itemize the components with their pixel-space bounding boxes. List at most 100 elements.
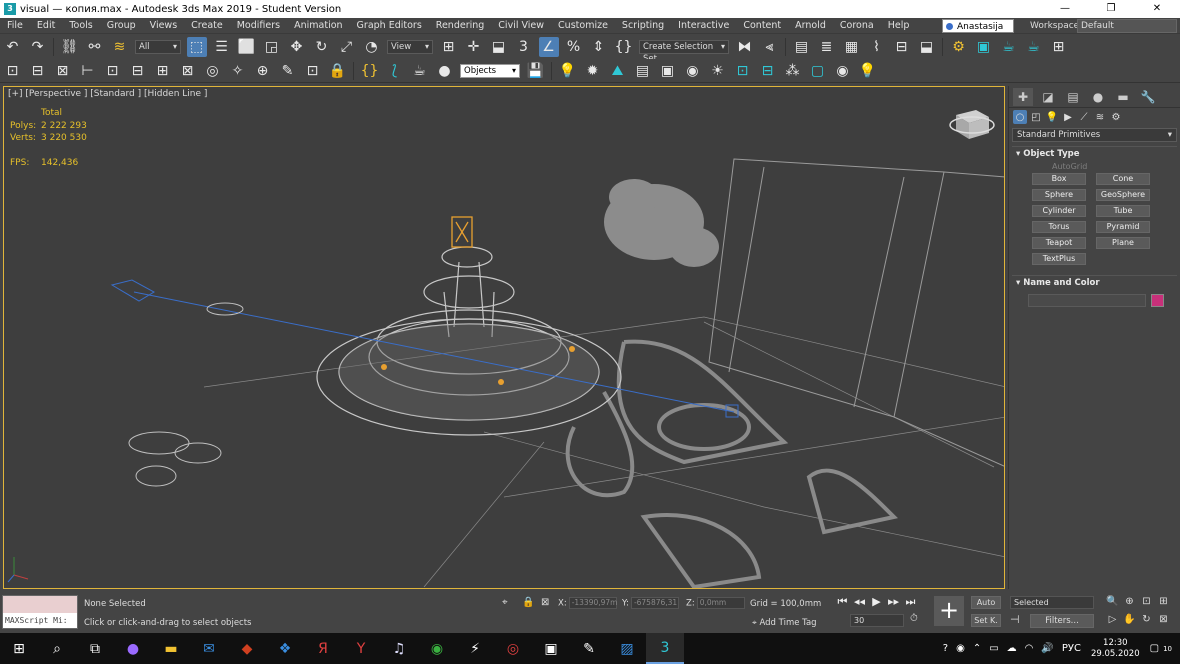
user-account[interactable]: Anastasija B...: [942, 19, 1014, 46]
place-icon[interactable]: ◔: [362, 37, 382, 57]
live-icon[interactable]: ▣: [532, 633, 570, 664]
menu-edit[interactable]: Edit: [30, 18, 62, 34]
key-filter-dropdown[interactable]: Selected: [1010, 596, 1094, 609]
auto-key-button[interactable]: Auto: [971, 596, 1001, 609]
isolate-icon[interactable]: ⌖: [502, 597, 508, 608]
render-setup-icon[interactable]: ⚙: [949, 37, 969, 57]
yandex-browser-icon[interactable]: Y: [342, 633, 380, 664]
add-time-tag[interactable]: ⌖ Add Time Tag: [752, 618, 817, 628]
cloud-icon[interactable]: ☁: [1007, 643, 1017, 654]
lister-icon[interactable]: ⛰: [608, 61, 628, 81]
maxscript-mini-listener[interactable]: MAXScript Mi:: [3, 613, 77, 628]
geosphere-button[interactable]: GeoSphere: [1096, 189, 1150, 201]
sphere-icon[interactable]: ●: [435, 61, 455, 81]
selection-lock-icon[interactable]: 🔒: [522, 597, 534, 608]
key-filters-button[interactable]: Filters...: [1030, 614, 1094, 628]
frame-icon[interactable]: ⊡: [733, 61, 753, 81]
render-production-icon[interactable]: ☕: [999, 37, 1019, 57]
set-key-big-button[interactable]: +: [934, 596, 964, 626]
shapes-icon[interactable]: ◰: [1029, 110, 1043, 124]
scatter-icon[interactable]: ⁂: [783, 61, 803, 81]
menu-customize[interactable]: Customize: [551, 18, 615, 34]
undo-icon[interactable]: ↶: [3, 37, 23, 57]
language-indicator[interactable]: РУС: [1062, 643, 1081, 654]
create-tab-icon[interactable]: ✚: [1013, 87, 1033, 106]
render-iterative-icon[interactable]: ☕: [1024, 37, 1044, 57]
scale-icon[interactable]: ⤢: [337, 37, 357, 57]
dropbox-icon[interactable]: ❖: [266, 633, 304, 664]
autogrid-checkbox[interactable]: AutoGrid: [1012, 161, 1177, 173]
tool-h-icon[interactable]: ⊠: [178, 61, 198, 81]
window-crossing-icon[interactable]: ◲: [262, 37, 282, 57]
app-green-icon[interactable]: ◉: [418, 633, 456, 664]
mirror-icon[interactable]: ⧓: [735, 37, 755, 57]
spinner-snap-icon[interactable]: ⇕: [589, 37, 609, 57]
lock-icon[interactable]: 🔒: [328, 61, 348, 81]
camera-icon[interactable]: ◉: [683, 61, 703, 81]
workspaces-select[interactable]: Default: [1077, 19, 1177, 33]
spacewarps-icon[interactable]: ≋: [1093, 110, 1107, 124]
tool-c-icon[interactable]: ⊠: [53, 61, 73, 81]
plane-button[interactable]: Plane: [1096, 237, 1150, 249]
y-coordinate-field[interactable]: -675876,31: [630, 597, 679, 609]
zoom-extents-all-icon[interactable]: ⊞: [1155, 596, 1172, 607]
menu-corona[interactable]: Corona: [833, 18, 881, 34]
selection-filter[interactable]: All: [135, 40, 181, 54]
x-coordinate-field[interactable]: -13390,97m: [568, 597, 618, 609]
helpers-icon[interactable]: ⟋: [1077, 110, 1091, 124]
cameras-icon[interactable]: ▶: [1061, 110, 1075, 124]
app-bolt-icon[interactable]: ⚡: [456, 633, 494, 664]
show-hidden-icon[interactable]: ⌃: [973, 643, 981, 654]
bracket-icon[interactable]: ⟅: [385, 61, 405, 81]
network-icon[interactable]: ◠: [1025, 643, 1034, 654]
ref-coord-system[interactable]: View: [387, 40, 433, 54]
yandex-icon[interactable]: Я: [304, 633, 342, 664]
layer-explorer-icon[interactable]: ≣: [817, 37, 837, 57]
tool-m-icon[interactable]: ⊡: [303, 61, 323, 81]
notifications-icon[interactable]: ▢ 10: [1150, 643, 1176, 654]
select-by-name-icon[interactable]: ☰: [212, 37, 232, 57]
curve-editor-icon[interactable]: ⌇: [867, 37, 887, 57]
play-icon[interactable]: ▶: [868, 595, 885, 609]
key-mode-icon[interactable]: ⊣: [1010, 613, 1020, 626]
group-brackets-icon[interactable]: {}: [360, 61, 380, 81]
menu-modifiers[interactable]: Modifiers: [230, 18, 287, 34]
menu-group[interactable]: Group: [100, 18, 143, 34]
move-icon[interactable]: ✥: [287, 37, 307, 57]
menu-help[interactable]: Help: [881, 18, 917, 34]
alice-icon[interactable]: ●: [114, 633, 152, 664]
minimize-button[interactable]: —: [1042, 0, 1088, 18]
lights-icon[interactable]: 💡: [1045, 110, 1059, 124]
select-manipulate-icon[interactable]: ✛: [464, 37, 484, 57]
pan-icon[interactable]: ✋: [1121, 614, 1138, 625]
prev-frame-icon[interactable]: ◂◂: [851, 595, 868, 609]
utilities-tab-icon[interactable]: 🔧: [1138, 88, 1158, 106]
box-button[interactable]: Box: [1032, 173, 1086, 185]
scene-canvas[interactable]: [4, 87, 1005, 589]
menu-views[interactable]: Views: [143, 18, 185, 34]
clock[interactable]: 12:30 29.05.2020: [1091, 638, 1140, 660]
monitor-icon[interactable]: ⊟: [758, 61, 778, 81]
objects-dropdown[interactable]: Objects: [460, 63, 520, 78]
tool-f-icon[interactable]: ⊟: [128, 61, 148, 81]
maximize-viewport-icon[interactable]: ⊠: [1155, 614, 1172, 625]
search-icon[interactable]: ⌕: [38, 633, 76, 664]
object-type-title[interactable]: ▾ Object Type: [1012, 147, 1177, 161]
named-selection-sets[interactable]: Create Selection Set: [639, 40, 729, 64]
menu-scripting[interactable]: Scripting: [615, 18, 671, 34]
percent-snap-icon[interactable]: %: [564, 37, 584, 57]
menu-civil-view[interactable]: Civil View: [491, 18, 551, 34]
menu-arnold[interactable]: Arnold: [788, 18, 833, 34]
teapot-icon[interactable]: ☕: [410, 61, 430, 81]
mail-icon[interactable]: ✉: [190, 633, 228, 664]
torus-button[interactable]: Torus: [1032, 221, 1086, 233]
tool-a-icon[interactable]: ⊡: [3, 61, 23, 81]
menu-animation[interactable]: Animation: [287, 18, 349, 34]
pyramid-button[interactable]: Pyramid: [1096, 221, 1150, 233]
file-explorer-icon[interactable]: ▬: [152, 633, 190, 664]
maxscript-listener[interactable]: MAXScript Mi:: [2, 595, 78, 629]
itunes-icon[interactable]: ♫: [380, 633, 418, 664]
geometry-icon[interactable]: ○: [1013, 110, 1027, 124]
tool-g-icon[interactable]: ⊞: [153, 61, 173, 81]
zoom-icon[interactable]: 🔍: [1104, 596, 1121, 607]
